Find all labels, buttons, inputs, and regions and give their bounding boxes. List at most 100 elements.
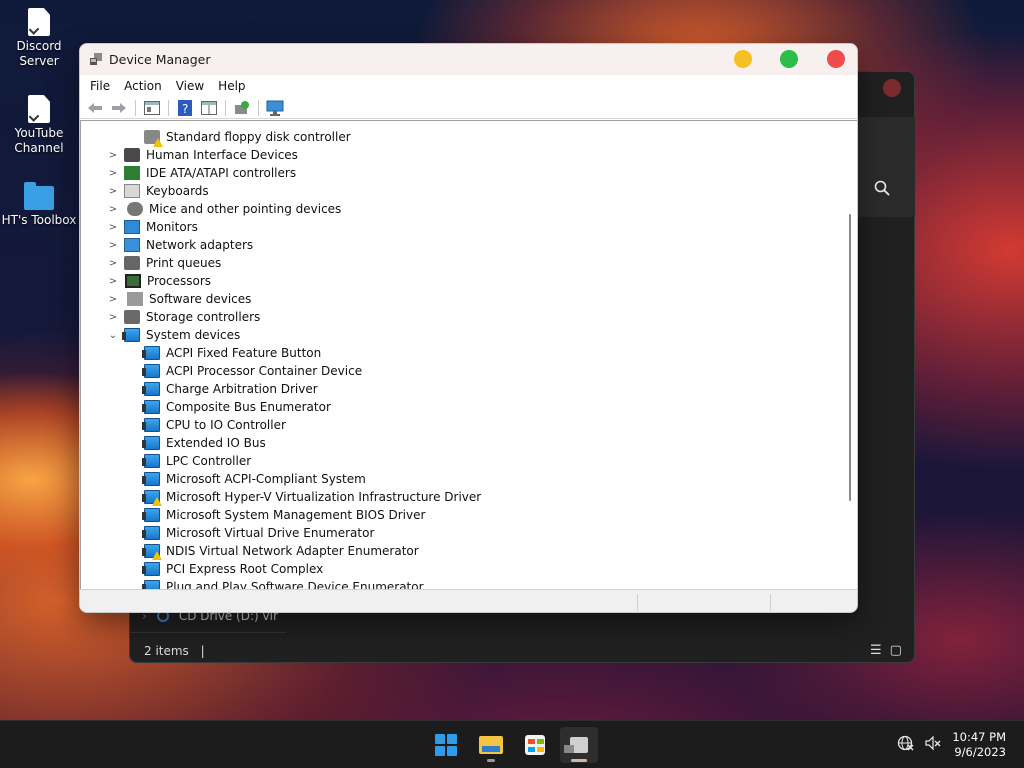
search-panel <box>857 117 915 217</box>
tree-item-mice[interactable]: > Mice and other pointing devices <box>106 200 341 218</box>
tree-item-network-adapters[interactable]: > Network adapters <box>106 236 253 254</box>
system-device-warning-icon <box>142 544 162 560</box>
chevron-right-icon[interactable]: > <box>106 240 120 251</box>
chevron-right-icon[interactable]: > <box>106 258 120 269</box>
processor-icon <box>125 274 141 288</box>
taskbar-store[interactable] <box>516 727 554 763</box>
vertical-scrollbar[interactable] <box>849 214 851 501</box>
mouse-icon <box>127 202 143 216</box>
back-icon[interactable] <box>84 98 106 118</box>
file-explorer-icon <box>479 736 503 754</box>
menu-bar: File Action View Help <box>80 75 857 97</box>
tree-item-cpu-to-io[interactable]: CPU to IO Controller <box>142 416 286 434</box>
desktop-icon-discord[interactable]: Discord Server <box>1 8 77 69</box>
tree-item-label: NDIS Virtual Network Adapter Enumerator <box>166 544 419 558</box>
toolbar-separator <box>225 99 226 116</box>
tree-item-print-queues[interactable]: > Print queues <box>106 254 221 272</box>
start-icon <box>435 734 457 756</box>
file-icon <box>28 8 50 36</box>
chevron-down-icon[interactable]: ⌄ <box>106 330 120 341</box>
menu-file[interactable]: File <box>84 77 116 95</box>
system-device-icon <box>142 418 160 432</box>
computer-monitor-icon[interactable] <box>264 98 286 118</box>
tree-item-monitors[interactable]: > Monitors <box>106 218 198 236</box>
tree-item-extended-io-bus[interactable]: Extended IO Bus <box>142 434 266 452</box>
tree-item-acpi-fixed-feature[interactable]: ACPI Fixed Feature Button <box>142 344 321 362</box>
status-bar: 2 items | <box>144 644 205 658</box>
status-divider <box>637 594 638 611</box>
menu-help[interactable]: Help <box>212 77 251 95</box>
svg-text:?: ? <box>182 102 188 116</box>
toolbar-separator <box>258 99 259 116</box>
chevron-right-icon[interactable]: > <box>106 150 120 161</box>
tree-item-lpc-controller[interactable]: LPC Controller <box>142 452 251 470</box>
system-clock[interactable]: 10:47 PM 9/6/2023 <box>950 730 1006 760</box>
network-icon[interactable] <box>897 735 915 755</box>
tree-item-virtual-drive-enumerator[interactable]: Microsoft Virtual Drive Enumerator <box>142 524 374 542</box>
chevron-right-icon[interactable]: > <box>106 204 120 215</box>
volume-muted-icon[interactable] <box>925 735 941 755</box>
forward-icon[interactable] <box>108 98 130 118</box>
tree-item-label: Composite Bus Enumerator <box>166 400 331 414</box>
divider: | <box>200 644 205 658</box>
item-count: 2 items <box>144 644 189 658</box>
system-device-icon <box>142 472 160 486</box>
desktop-icon-youtube[interactable]: YouTube Channel <box>1 95 77 156</box>
tree-item-label: Network adapters <box>146 238 254 252</box>
tiles-view-icon[interactable]: ▢ <box>890 643 902 658</box>
start-button[interactable] <box>427 727 465 763</box>
tree-item-hid[interactable]: > Human Interface Devices <box>106 146 298 164</box>
show-hidden-icon[interactable] <box>198 98 220 118</box>
chevron-right-icon[interactable]: > <box>106 186 120 197</box>
tree-item-ide[interactable]: > IDE ATA/ATAPI controllers <box>106 164 296 182</box>
tree-item-charge-arbitration[interactable]: Charge Arbitration Driver <box>142 380 318 398</box>
close-button[interactable] <box>883 79 901 97</box>
tree-item-label: Processors <box>147 274 212 288</box>
folder-icon <box>24 182 54 210</box>
tree-item-acpi-compliant-system[interactable]: Microsoft ACPI-Compliant System <box>142 470 366 488</box>
taskbar-device-manager[interactable] <box>560 727 598 763</box>
tree-item-composite-bus[interactable]: Composite Bus Enumerator <box>142 398 331 416</box>
status-divider <box>770 594 771 611</box>
clock-date: 9/6/2023 <box>954 745 1006 759</box>
tree-item-storage-controllers[interactable]: > Storage controllers <box>106 308 260 326</box>
chevron-right-icon[interactable]: > <box>106 312 120 323</box>
tree-item-software-devices[interactable]: > Software devices <box>106 290 251 308</box>
system-device-icon <box>142 382 160 396</box>
chevron-right-icon[interactable]: > <box>106 168 120 179</box>
chevron-right-icon[interactable]: > <box>106 294 120 305</box>
status-bar <box>80 589 857 612</box>
scan-hardware-icon[interactable] <box>231 98 253 118</box>
tree-item-smbios-driver[interactable]: Microsoft System Management BIOS Driver <box>142 506 425 524</box>
maximize-button[interactable] <box>780 50 798 68</box>
chevron-right-icon[interactable]: > <box>106 222 120 233</box>
tree-item-label: Microsoft ACPI-Compliant System <box>166 472 366 486</box>
tree-item-floppy-controller[interactable]: Standard floppy disk controller <box>144 128 351 147</box>
tree-item-hyper-v-driver[interactable]: Microsoft Hyper-V Virtualization Infrast… <box>142 488 481 506</box>
chevron-right-icon[interactable]: > <box>106 276 120 287</box>
tree-item-pnp-enumerator[interactable]: Plug and Play Software Device Enumerator <box>142 578 424 589</box>
tree-item-system-devices[interactable]: ⌄ System devices <box>106 326 240 344</box>
help-icon[interactable]: ? <box>174 98 196 118</box>
system-device-icon <box>142 436 160 450</box>
desktop-icon-toolbox[interactable]: HT's Toolbox <box>1 182 77 228</box>
tree-item-pci-express-root[interactable]: PCI Express Root Complex <box>142 560 323 578</box>
device-manager-icon <box>564 737 588 753</box>
controller-warning-icon <box>144 130 163 147</box>
properties-pane-icon[interactable] <box>141 98 163 118</box>
search-icon[interactable] <box>874 180 890 201</box>
minimize-button[interactable] <box>734 50 752 68</box>
close-button[interactable] <box>827 50 845 68</box>
details-view-icon[interactable]: ☰ <box>870 643 882 658</box>
tree-item-ndis-enumerator[interactable]: NDIS Virtual Network Adapter Enumerator <box>142 542 419 560</box>
system-device-icon <box>142 526 160 540</box>
tree-item-processors[interactable]: > Processors <box>106 272 211 290</box>
menu-action[interactable]: Action <box>118 77 168 95</box>
system-device-icon <box>142 454 160 468</box>
tree-item-label: Monitors <box>146 220 198 234</box>
tree-item-keyboards[interactable]: > Keyboards <box>106 182 209 200</box>
tree-item-acpi-processor-container[interactable]: ACPI Processor Container Device <box>142 362 362 380</box>
title-bar[interactable]: Device Manager <box>80 44 857 75</box>
taskbar-file-explorer[interactable] <box>472 727 510 763</box>
menu-view[interactable]: View <box>170 77 210 95</box>
